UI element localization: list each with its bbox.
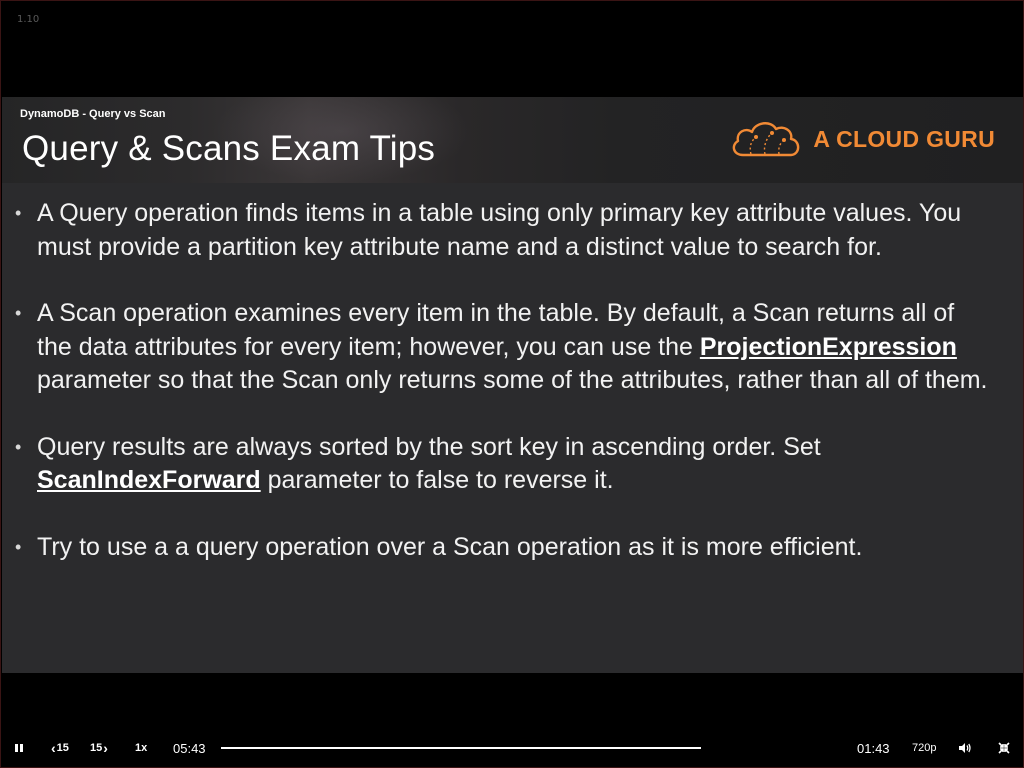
version-label: 1.10 [17,14,40,25]
logo: A CLOUD GURU [729,117,995,161]
bullet-text-pre: Query results are always sorted by the s… [37,432,821,461]
elapsed-time: 05:43 [173,740,206,756]
bullet-efficiency: • Try to use a a query operation over a … [2,531,1023,565]
logo-text: A CLOUD GURU [813,125,995,152]
remaining-time: 01:43 [857,740,890,756]
bullet-sort: • Query results are always sorted by the… [2,431,1023,498]
volume-button[interactable] [958,735,972,761]
speed-button[interactable]: 1x [135,735,147,761]
chevron-left-icon: ‹ [51,740,56,756]
bullet-text-post: parameter to false to reverse it. [260,466,614,494]
forward-label: 15 [90,742,103,754]
exit-fullscreen-button[interactable] [998,735,1010,761]
progress-bar[interactable] [221,747,701,749]
bullet-dot-icon: • [15,436,22,457]
video-player: 1.10 DynamoDB - Query vs Scan Query & Sc… [0,0,1024,768]
keyword-scanindexforward: ScanIndexForward [37,466,261,494]
volume-icon [959,743,971,753]
keyword-projectionexpression: ProjectionExpression [699,332,957,361]
bullet-dot-icon: • [15,536,22,557]
slide-header: DynamoDB - Query vs Scan Query & Scans E… [2,97,1023,183]
breadcrumb: DynamoDB - Query vs Scan [20,108,166,120]
rewind-label: 15 [56,742,69,754]
bullet-list: • A Query operation finds items in a tab… [2,197,1023,597]
bullet-text: Try to use a a query operation over a Sc… [37,532,863,561]
forward-15-button[interactable]: 15 › [90,735,108,761]
rewind-15-button[interactable]: ‹ 15 [51,735,69,761]
player-controls: ‹ 15 15 › 1x 05:43 01:43 720p [1,735,1023,761]
cloud-logo-icon [733,122,800,157]
quality-button[interactable]: 720p [912,735,936,761]
pause-button[interactable] [13,735,25,761]
bullet-text-post: parameter so that the Scan only returns … [37,366,988,394]
pause-icon [15,744,23,752]
exit-fullscreen-icon [998,742,1010,754]
slide: DynamoDB - Query vs Scan Query & Scans E… [2,97,1023,673]
bullet-text: A Query operation finds items in a table… [37,199,962,261]
page-title: Query & Scans Exam Tips [22,129,436,168]
bullet-scan: • A Scan operation examines every item i… [2,297,1023,398]
bullet-query: • A Query operation finds items in a tab… [2,197,1023,264]
chevron-right-icon: › [103,740,108,756]
bullet-dot-icon: • [15,203,22,223]
bullet-dot-icon: • [15,303,22,323]
